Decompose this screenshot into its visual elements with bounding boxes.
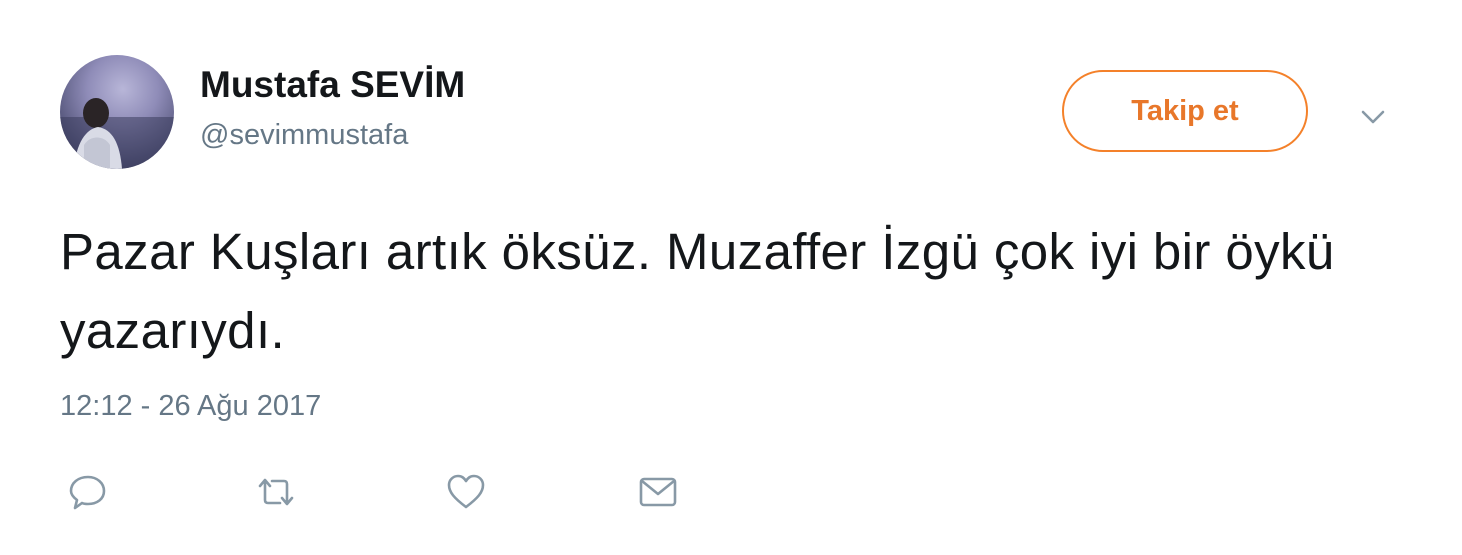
- profile-photo-icon: [60, 98, 174, 169]
- reply-icon[interactable]: [66, 470, 110, 514]
- tweet-timestamp[interactable]: 12:12 - 26 Ağu 2017: [60, 390, 321, 423]
- follow-button[interactable]: Takip et: [1062, 70, 1308, 152]
- display-name[interactable]: Mustafa SEVİM: [200, 64, 465, 106]
- heart-icon[interactable]: [444, 470, 488, 514]
- tweet-card: Mustafa SEVİM @sevimmustafa Takip et Paz…: [0, 0, 1462, 555]
- retweet-icon[interactable]: [254, 470, 298, 514]
- tweet-text: Pazar Kuşları artık öksüz. Muzaffer İzgü…: [60, 223, 1335, 359]
- avatar[interactable]: [60, 55, 174, 169]
- envelope-icon[interactable]: [636, 470, 680, 514]
- chevron-down-icon[interactable]: [1356, 100, 1390, 134]
- user-handle[interactable]: @sevimmustafa: [200, 119, 408, 152]
